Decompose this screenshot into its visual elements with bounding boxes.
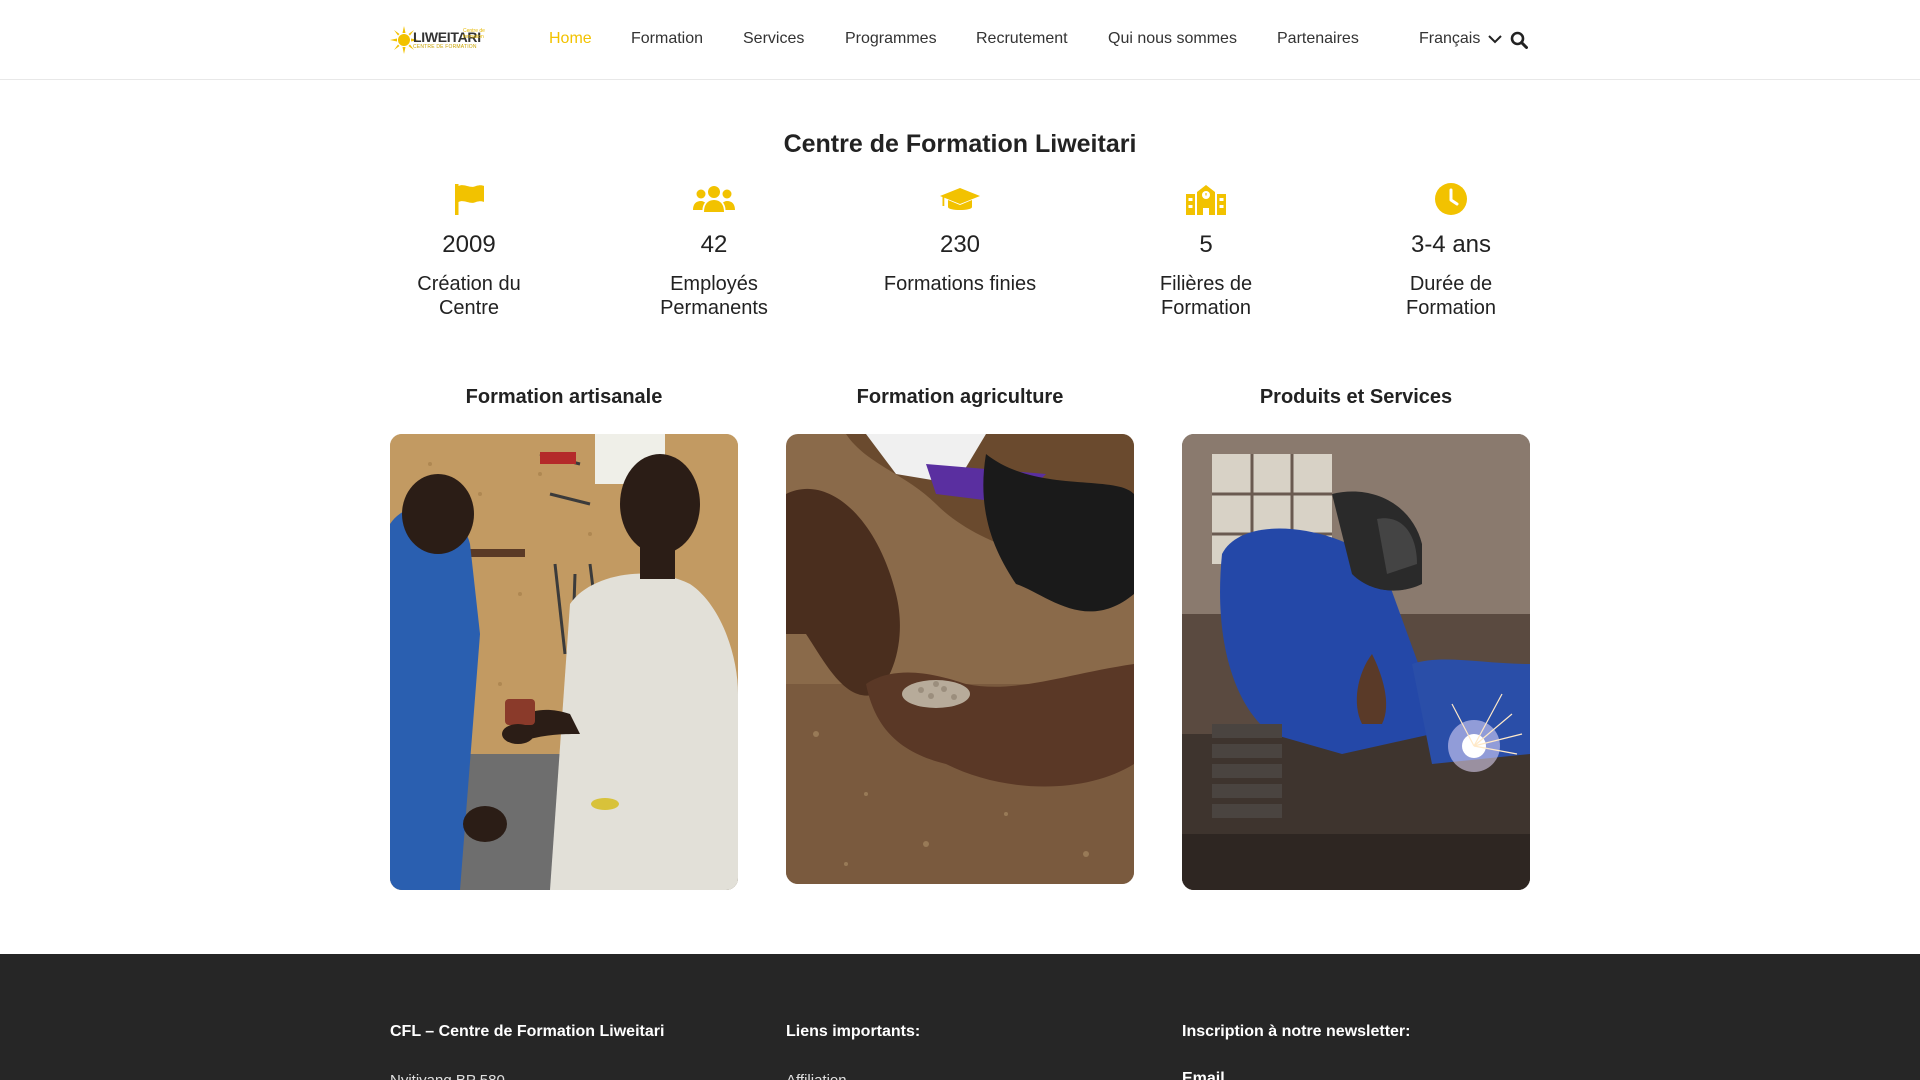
card-title-artisanale[interactable]: Formation artisanale xyxy=(390,386,738,409)
search-icon[interactable] xyxy=(1510,31,1528,49)
stat-employees: 42 Employés Permanents xyxy=(604,180,824,320)
stat-label: Création du Centre xyxy=(417,273,521,319)
clock-icon xyxy=(1435,183,1467,215)
welding-image xyxy=(1182,434,1530,890)
nav-item-home[interactable]: Home xyxy=(549,30,592,48)
stat-label: Durée de Formation xyxy=(1405,273,1497,319)
footer-link-affiliation[interactable]: Affiliation xyxy=(786,1072,847,1080)
flag-icon xyxy=(455,184,484,215)
page-title: Centre de Formation Liweitari xyxy=(783,130,1137,158)
language-selector[interactable]: Français xyxy=(1419,30,1503,48)
language-label: Français xyxy=(1419,30,1481,47)
stat-trainings: 230 Formations finies xyxy=(850,180,1070,296)
graduation-cap-icon xyxy=(940,188,980,210)
agriculture-photo[interactable] xyxy=(786,434,1134,884)
stat-value: 5 xyxy=(1199,231,1213,258)
newsletter-email-label: Email xyxy=(1182,1070,1225,1080)
stat-value: 3-4 ans xyxy=(1410,231,1492,258)
school-icon xyxy=(1186,185,1226,215)
nav-item-programmes[interactable]: Programmes xyxy=(845,30,937,48)
nav-item-qui-nous-sommes[interactable]: Qui nous sommes xyxy=(1108,30,1237,48)
stat-value: 2009 xyxy=(442,231,496,258)
stat-label: Formations finies xyxy=(883,273,1037,295)
nav-item-partenaires[interactable]: Partenaires xyxy=(1277,30,1359,48)
site-logo[interactable]: LIWEITARI CENTRE DE FORMATION Centre de … xyxy=(389,22,489,58)
nav-item-formation[interactable]: Formation xyxy=(631,30,703,48)
card-title-agriculture[interactable]: Formation agriculture xyxy=(786,386,1134,409)
stat-value: 230 xyxy=(939,231,981,258)
workshop-image xyxy=(390,434,738,890)
logo-tagline: Centre de formation xyxy=(463,28,485,40)
site-footer xyxy=(0,954,1920,1080)
footer-col3-title: Inscription à notre newsletter: xyxy=(1182,1023,1411,1040)
stat-value: 42 xyxy=(700,231,728,258)
nav-item-recrutement[interactable]: Recrutement xyxy=(976,30,1068,48)
footer-col2-title: Liens importants: xyxy=(786,1023,921,1040)
stat-creation: 2009 Création du Centre xyxy=(359,180,579,320)
stat-tracks: 5 Filières de Formation xyxy=(1096,180,1316,320)
stat-label: Filières de Formation xyxy=(1159,273,1253,319)
footer-col1-address: Nyitiyang BP 580 xyxy=(390,1072,505,1080)
logo-subtitle: CENTRE DE FORMATION xyxy=(413,44,477,50)
chevron-down-icon xyxy=(1488,35,1503,44)
workshop-photo[interactable] xyxy=(390,434,738,890)
nav-item-services[interactable]: Services xyxy=(743,30,804,48)
card-title-produits-services[interactable]: Produits et Services xyxy=(1182,386,1530,409)
stat-duration: 3-4 ans Durée de Formation xyxy=(1341,180,1561,320)
site-header: LIWEITARI CENTRE DE FORMATION Centre de … xyxy=(0,0,1920,80)
agriculture-image xyxy=(786,434,1134,884)
users-icon xyxy=(693,186,735,212)
welding-photo[interactable] xyxy=(1182,434,1530,890)
stat-label: Employés Permanents xyxy=(660,273,768,319)
footer-col1-title: CFL – Centre de Formation Liweitari xyxy=(390,1023,665,1040)
